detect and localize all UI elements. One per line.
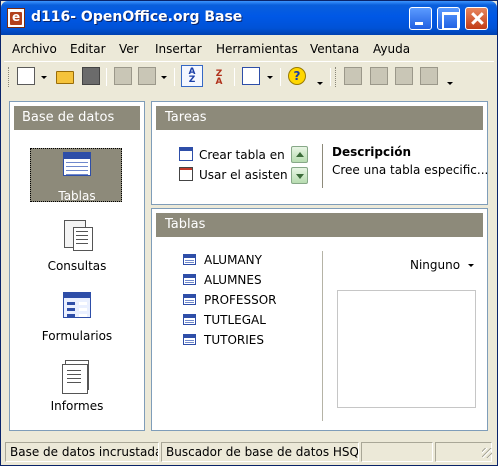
menu-herramientas[interactable]: Herramientas (216, 42, 298, 56)
report-icon (60, 358, 94, 394)
open-object-icon[interactable] (370, 67, 388, 85)
paste-dropdown-arrow[interactable] (161, 76, 167, 79)
table-name: TUTORIES (204, 333, 264, 347)
database-sidebar: Base de datos Tablas Consultas Formulari… (9, 101, 145, 431)
menu-editar[interactable]: Editar (70, 42, 106, 56)
new-dropdown-arrow[interactable] (41, 76, 47, 79)
task-label: Crear tabla en vista Diseño... (199, 148, 287, 162)
menu-ventana[interactable]: Ventana (310, 42, 359, 56)
table-icon (183, 314, 196, 325)
status-bar: Base de datos incrustada Buscador de bas… (4, 442, 494, 462)
tables-divider (322, 251, 323, 421)
tasks-divider (322, 144, 323, 188)
tables-title: Tablas (156, 213, 483, 237)
menu-insertar[interactable]: Insertar (155, 42, 202, 56)
toolbar-overflow-arrow[interactable] (317, 82, 323, 85)
toolbar-separator (106, 68, 107, 86)
toolbar-separator (330, 68, 331, 86)
tables-panel: Tablas ALUMANY ALUMNES PROFESSOR TUTLEGA… (151, 208, 488, 431)
menu-bar: Archivo Editar Ver Insertar Herramientas… (4, 38, 494, 60)
table-name: PROFESSOR (204, 293, 277, 307)
list-item[interactable]: ALUMANY (183, 253, 277, 273)
table-name: ALUMANY (204, 253, 262, 267)
preview-mode-value: Ninguno (410, 258, 461, 272)
sidebar-item-label: Consultas (47, 259, 107, 273)
table-icon (183, 294, 196, 305)
list-item[interactable]: PROFESSOR (183, 293, 277, 313)
sidebar-title: Base de datos (14, 106, 140, 130)
toolbar-separator (234, 68, 235, 86)
save-disk-icon[interactable] (82, 67, 100, 85)
table-icon (60, 148, 94, 182)
tasks-scroll-up-button[interactable] (291, 146, 308, 163)
description-text: Cree una tabla especific... (332, 163, 489, 177)
task-use-table-wizard[interactable]: Usar el asistente para crear tabla... (179, 167, 287, 182)
tables-list: ALUMANY ALUMNES PROFESSOR TUTLEGAL TUTOR… (183, 253, 277, 353)
form-icon (60, 288, 94, 322)
sidebar-item-consultas[interactable]: Consultas (10, 218, 144, 273)
chevron-down-icon (468, 264, 475, 267)
toolbar-separator (174, 68, 175, 86)
sidebar-item-label: Tablas (58, 189, 96, 203)
list-item[interactable]: TUTLEGAL (183, 313, 277, 333)
help-icon[interactable]: ? (288, 67, 306, 85)
preview-mode-select[interactable]: Ninguno (410, 258, 475, 272)
preview-area (337, 290, 476, 408)
task-create-table-design[interactable]: Crear tabla en vista Diseño... (179, 147, 287, 162)
edit-icon[interactable] (344, 67, 362, 85)
menu-ayuda[interactable]: Ayuda (373, 42, 410, 56)
new-document-icon[interactable] (17, 67, 35, 85)
status-field-3 (361, 442, 433, 462)
title-bar[interactable]: d116- OpenOffice.org Base (1, 1, 497, 35)
table-name: ALUMNES (204, 273, 262, 287)
open-folder-icon[interactable] (56, 71, 74, 84)
application-window: d116- OpenOffice.org Base Archivo Editar… (0, 0, 498, 466)
toolbar-grip[interactable] (8, 67, 11, 87)
sort-ascending-icon[interactable]: AZ (181, 65, 203, 87)
sort-descending-icon[interactable]: ZA (210, 67, 228, 87)
status-database-type: Base de datos incrustada (5, 442, 159, 462)
toolbar-overflow-arrow[interactable] (447, 82, 453, 85)
paste-icon[interactable] (138, 67, 156, 85)
close-button[interactable] (465, 7, 488, 30)
resize-grip-icon[interactable] (482, 448, 492, 458)
table-icon (183, 254, 196, 265)
sidebar-item-formularios[interactable]: Formularios (10, 288, 144, 343)
openoffice-base-icon[interactable] (7, 8, 25, 28)
delete-icon[interactable] (395, 67, 413, 85)
maximize-button[interactable] (437, 7, 460, 30)
window-title: d116- OpenOffice.org Base (31, 9, 243, 25)
minimize-button[interactable] (409, 7, 432, 30)
query-icon (60, 218, 94, 252)
copy-icon[interactable] (114, 67, 132, 85)
new-table-icon (179, 147, 193, 161)
sidebar-item-label: Informes (50, 399, 104, 413)
tasks-title: Tareas (156, 106, 483, 130)
sidebar-item-tablas[interactable]: Tablas (10, 148, 144, 203)
tasks-scroll-down-button[interactable] (291, 167, 308, 184)
status-database-driver: Buscador de base de datos HSQL (161, 442, 359, 462)
form-design-icon[interactable] (242, 67, 260, 85)
list-item[interactable]: TUTORIES (183, 333, 277, 353)
toolbar-separator (280, 68, 281, 86)
table-name: TUTLEGAL (204, 313, 266, 327)
sidebar-item-label: Formularios (41, 329, 113, 343)
tasks-panel: Tareas Crear tabla en vista Diseño... Us… (151, 101, 488, 205)
list-item[interactable]: ALUMNES (183, 273, 277, 293)
menu-archivo[interactable]: Archivo (12, 42, 57, 56)
table-icon (183, 334, 196, 345)
description-title: Descripción (332, 145, 411, 159)
toolbar-grip[interactable] (335, 67, 338, 87)
rename-icon[interactable] (420, 67, 438, 85)
wizard-icon (179, 167, 193, 181)
standard-toolbar: AZ ZA ? (4, 61, 494, 91)
sidebar-item-informes[interactable]: Informes (10, 358, 144, 413)
task-label: Usar el asistente para crear tabla... (199, 168, 287, 182)
table-icon (183, 274, 196, 285)
menu-ver[interactable]: Ver (119, 42, 139, 56)
form-dropdown-arrow[interactable] (267, 76, 273, 79)
